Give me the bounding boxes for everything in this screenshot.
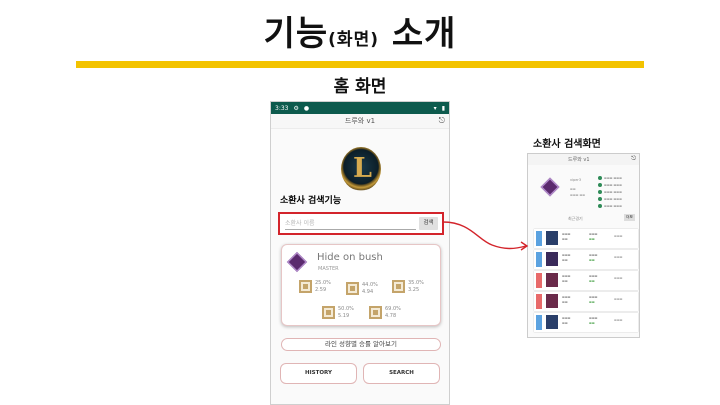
slide-title: 기능(화면) 소개	[0, 6, 720, 55]
search-nav-button[interactable]: SEARCH	[363, 363, 440, 384]
mid-lane-icon	[392, 280, 405, 293]
title-underline-bar	[76, 61, 644, 68]
top-lane-icon	[299, 280, 312, 293]
history-button[interactable]: HISTORY	[280, 363, 357, 384]
lane-kda: 4.78	[385, 313, 397, 319]
match-row: ▬▬▬ ▬▬ ▬▬▬ ▬▬ ▬▬▬	[534, 292, 638, 311]
lane-winrate-button[interactable]: 라인 성향별 승률 알아보기	[281, 338, 441, 351]
preview-logout-icon: ⎋	[631, 155, 636, 162]
preview-lane-list: ▬▬▬ ▬▬▬ ▬▬▬ ▬▬▬ ▬▬▬ ▬▬▬ ▬▬▬ ▬▬▬ ▬▬▬ ▬▬▬	[598, 174, 622, 209]
lane-stat-bot: 50.0% 5.19	[322, 306, 354, 320]
home-screen-phone: 3:33 ⚙ ● ▾ ▮ 드루와 v1 ⎋ L 소환사 이름 검색 Hide o…	[270, 101, 450, 405]
lane-pct: 44.0%	[362, 282, 378, 288]
match-row: ▬▬▬ ▬▬ ▬▬▬ ▬▬ ▬▬▬	[534, 250, 638, 269]
preview-summoner-name: viper3	[570, 178, 582, 182]
summoner-name: Hide on bush	[317, 252, 383, 263]
preview-label: 소환사 검색화면	[533, 139, 601, 150]
lane-kda: 2.59	[315, 287, 327, 293]
match-row: ▬▬▬ ▬▬ ▬▬▬ ▬▬ ▬▬▬	[534, 313, 638, 332]
slide-title-main: 기능	[263, 14, 329, 54]
section-label: 홈 화면	[333, 77, 387, 97]
match-row: ▬▬▬ ▬▬ ▬▬▬ ▬▬ ▬▬▬	[534, 271, 638, 290]
master-rank-icon	[286, 251, 308, 273]
slide-title-paren: (화면)	[328, 30, 379, 50]
wifi-icon: ▾	[433, 104, 437, 112]
status-bar: 3:33 ⚙ ● ▾ ▮	[271, 102, 449, 114]
lane-stat-mid: 35.0% 3.25	[392, 280, 424, 294]
summoner-search-row: 소환사 이름 검색	[278, 212, 444, 235]
lane-pct: 69.0%	[385, 306, 401, 312]
preview-recent-games-label: 최근경기	[568, 216, 583, 221]
bot-lane-icon	[322, 306, 335, 319]
summoner-tier: MASTER	[318, 266, 339, 272]
preview-summoner-stats: ▬▬ ▬▬▬ ▬▬	[570, 187, 586, 197]
preview-rank-icon	[540, 177, 560, 197]
battery-icon: ▮	[441, 104, 445, 112]
preview-app-title: 드루와 v1	[568, 157, 590, 163]
summoner-card[interactable]: Hide on bush MASTER 25.0% 2.59 44.0% 4.94 …	[281, 244, 441, 326]
summoner-search-screen-preview: 드루와 v1 ⎋ viper3 ▬▬ ▬▬▬ ▬▬ ▬▬▬ ▬▬▬ ▬▬▬ ▬▬▬…	[527, 153, 640, 338]
lane-stat-support: 69.0% 4.78	[369, 306, 401, 320]
logout-icon[interactable]: ⎋	[439, 116, 445, 126]
status-time: 3:33	[275, 104, 289, 112]
settings-icon: ⚙	[293, 104, 299, 112]
search-feature-callout: 소환사 검색기능	[280, 196, 342, 206]
lane-pct: 35.0%	[408, 280, 424, 286]
match-row: ▬▬▬ ▬▬ ▬▬▬ ▬▬ ▬▬▬	[534, 229, 638, 248]
app-title: 드루와 v1	[344, 117, 376, 125]
lane-pct: 25.0%	[315, 280, 331, 286]
support-lane-icon	[369, 306, 382, 319]
preview-match-list: ▬▬▬ ▬▬ ▬▬▬ ▬▬ ▬▬▬ ▬▬▬ ▬▬ ▬▬▬ ▬▬ ▬▬▬ ▬▬▬ ▬▬ ▬▬▬ ▬▬ ▬▬…	[534, 229, 638, 334]
slide-title-tail: 소개	[391, 14, 457, 54]
lane-stat-jungle: 44.0% 4.94	[346, 282, 378, 296]
lane-stat-top: 25.0% 2.59	[299, 280, 331, 294]
lane-kda: 3.25	[408, 287, 420, 293]
notification-icon: ●	[303, 104, 310, 112]
summoner-name-input[interactable]: 소환사 이름	[285, 218, 416, 230]
preview-more-button: 더보	[624, 214, 635, 221]
lane-kda: 4.94	[362, 289, 374, 295]
search-button[interactable]: 검색	[419, 217, 438, 230]
app-bar: 드루와 v1 ⎋	[271, 114, 449, 129]
preview-app-bar: 드루와 v1 ⎋	[528, 154, 639, 165]
lol-logo: L	[341, 147, 381, 191]
lane-kda: 5.19	[338, 313, 350, 319]
lane-pct: 50.0%	[338, 306, 354, 312]
jungle-lane-icon	[346, 282, 359, 295]
